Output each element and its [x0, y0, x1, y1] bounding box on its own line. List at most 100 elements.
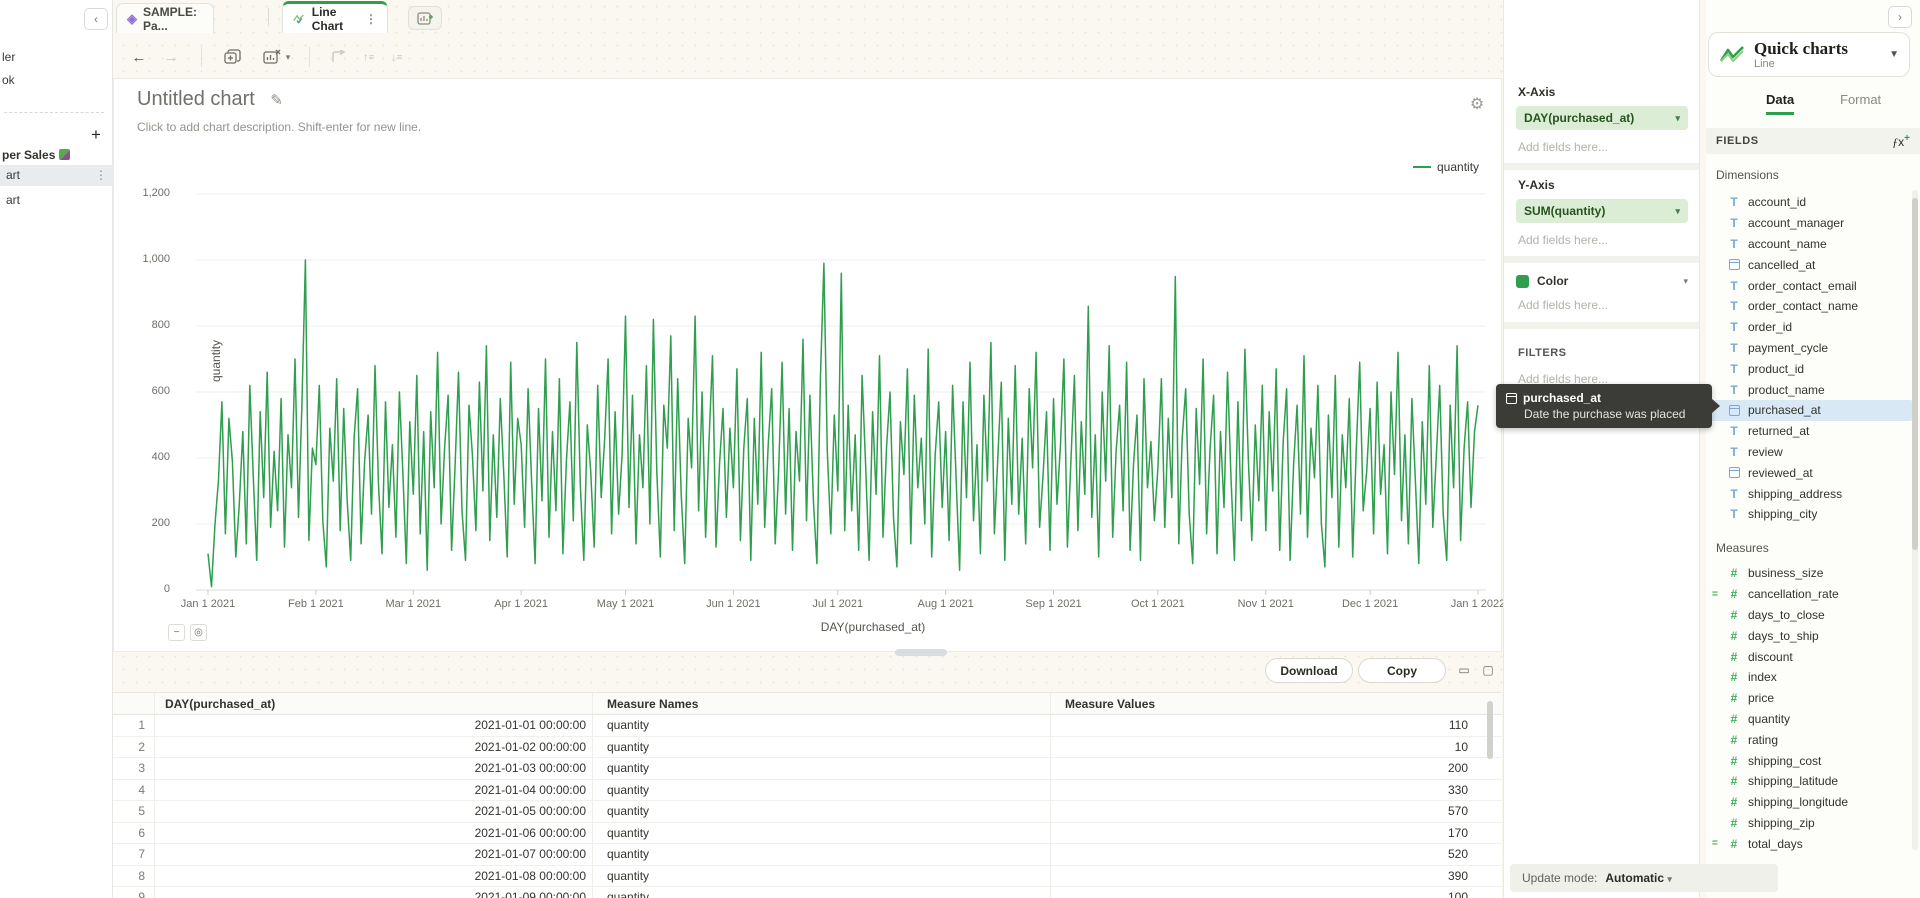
table-row[interactable]: 32021-01-03 00:00:00quantity200 — [113, 758, 1502, 780]
sort-ascending-icon[interactable]: ↑≡ — [356, 46, 380, 68]
column-header[interactable]: DAY(purchased_at) — [155, 693, 593, 714]
gear-icon[interactable]: ⚙ — [1465, 92, 1489, 116]
sidebar-item-chart-selected[interactable]: art ⋮ — [0, 165, 113, 186]
tab-format[interactable]: Format — [1840, 92, 1881, 112]
field-item-days_to_close[interactable]: #days_to_close — [1706, 605, 1912, 626]
table-row[interactable]: 92021-01-09 00:00:00quantity100 — [113, 887, 1502, 898]
field-item-purchased_at[interactable]: purchased_at — [1706, 400, 1912, 421]
tab-data[interactable]: Data — [1766, 92, 1794, 115]
sort-descending-icon[interactable]: ↓≡ — [384, 46, 408, 68]
sidebar-item-chart[interactable]: art — [0, 190, 113, 211]
reset-zoom-button[interactable]: ◎ — [190, 624, 207, 641]
x-axis-tick-label: Jan 1 2021 — [163, 598, 253, 610]
field-item-discount[interactable]: #discount — [1706, 646, 1912, 667]
chart-type-picker[interactable]: Quick charts Line ▼ — [1708, 32, 1910, 77]
chevron-down-icon[interactable]: ▾ — [1675, 113, 1680, 124]
table-row[interactable]: 52021-01-05 00:00:00quantity570 — [113, 801, 1502, 823]
color-drop-placeholder[interactable]: Add fields here... — [1518, 298, 1608, 312]
quantity-line-series[interactable] — [208, 260, 1478, 587]
chart-description-placeholder[interactable]: Click to add chart description. Shift-en… — [137, 120, 421, 134]
add-calculation-icon[interactable]: ƒx+ — [1892, 133, 1910, 150]
chevron-down-icon[interactable]: ▾ — [1675, 206, 1680, 217]
panel-collapse-icon[interactable]: › — [1888, 6, 1912, 28]
transpose-icon[interactable] — [327, 46, 351, 68]
scrollbar-thumb[interactable] — [1912, 198, 1918, 550]
sidebar-item[interactable]: ler — [0, 47, 113, 67]
duplicate-chart-icon[interactable] — [221, 46, 245, 68]
table-row[interactable]: 12021-01-01 00:00:00quantity110 — [113, 715, 1502, 737]
tab-line-chart[interactable]: Line Chart ⋮ — [282, 1, 388, 33]
chevron-down-icon[interactable]: ▼ — [1889, 49, 1899, 60]
field-item-total_days[interactable]: =#total_days — [1706, 833, 1912, 854]
number-field-icon: # — [1728, 650, 1740, 664]
chart-title[interactable]: Untitled chart ✎ — [137, 88, 283, 111]
kebab-menu-icon[interactable]: ⋮ — [95, 165, 107, 186]
table-row[interactable]: 62021-01-06 00:00:00quantity170 — [113, 823, 1502, 845]
download-button[interactable]: Download — [1265, 658, 1353, 683]
sidebar-folder-paper-sales[interactable]: per Sales — [0, 145, 113, 165]
field-item-shipping_longitude[interactable]: #shipping_longitude — [1706, 792, 1912, 813]
x-axis-field-pill[interactable]: DAY(purchased_at) ▾ — [1516, 106, 1688, 130]
add-chart-button[interactable]: + — [86, 125, 106, 145]
table-row[interactable]: 22021-01-02 00:00:00quantity10 — [113, 737, 1502, 759]
tab-sample-dataset[interactable]: ◈ SAMPLE: Pa... — [116, 3, 214, 33]
field-item-product_name[interactable]: Tproduct_name — [1706, 379, 1912, 400]
field-item-quantity[interactable]: #quantity — [1706, 709, 1912, 730]
y-axis-field-pill[interactable]: SUM(quantity) ▾ — [1516, 199, 1688, 223]
sidebar-item[interactable]: ok — [0, 70, 113, 90]
table-scrollbar[interactable] — [1487, 701, 1493, 759]
field-item-days_to_ship[interactable]: #days_to_ship — [1706, 625, 1912, 646]
column-header[interactable]: Measure Names — [593, 693, 1051, 714]
resize-handle[interactable] — [895, 649, 947, 656]
y-axis-drop-placeholder[interactable]: Add fields here... — [1518, 233, 1608, 247]
field-item-cancellation_rate[interactable]: =#cancellation_rate — [1706, 584, 1912, 605]
field-item-product_id[interactable]: Tproduct_id — [1706, 358, 1912, 379]
back-arrow-icon[interactable]: ← — [127, 46, 151, 68]
color-shelf-row[interactable]: Color ▾ — [1516, 270, 1688, 292]
kebab-menu-icon[interactable]: ⋮ — [365, 12, 377, 26]
field-item-account_id[interactable]: Taccount_id — [1706, 192, 1912, 213]
field-item-order_contact_email[interactable]: Torder_contact_email — [1706, 275, 1912, 296]
fields-scrollbar[interactable] — [1912, 190, 1918, 850]
text-field-icon: T — [1728, 279, 1740, 293]
update-mode-select[interactable]: Automatic ▾ — [1605, 871, 1672, 885]
table-row[interactable]: 42021-01-04 00:00:00quantity330 — [113, 780, 1502, 802]
field-item-shipping_latitude[interactable]: #shipping_latitude — [1706, 771, 1912, 792]
field-item-reviewed_at[interactable]: reviewed_at — [1706, 462, 1912, 483]
field-item-returned_at[interactable]: Treturned_at — [1706, 421, 1912, 442]
field-item-shipping_zip[interactable]: #shipping_zip — [1706, 813, 1912, 834]
chart-item-label: art — [6, 193, 20, 207]
table-row[interactable]: 82021-01-08 00:00:00quantity390 — [113, 866, 1502, 888]
column-header[interactable]: Measure Values — [1051, 693, 1485, 714]
table-row[interactable]: 72021-01-07 00:00:00quantity520 — [113, 844, 1502, 866]
sidebar-collapse-icon[interactable]: ‹ — [84, 8, 108, 30]
x-axis-drop-placeholder[interactable]: Add fields here... — [1518, 140, 1608, 154]
field-item-cancelled_at[interactable]: cancelled_at — [1706, 254, 1912, 275]
field-item-review[interactable]: Treview — [1706, 442, 1912, 463]
chevron-down-icon[interactable]: ▾ — [1683, 276, 1688, 287]
field-item-order_id[interactable]: Torder_id — [1706, 317, 1912, 338]
field-item-payment_cycle[interactable]: Tpayment_cycle — [1706, 338, 1912, 359]
line-chart-plot[interactable] — [178, 186, 1490, 598]
field-item-shipping_city[interactable]: Tshipping_city — [1706, 504, 1912, 525]
field-item-rating[interactable]: #rating — [1706, 729, 1912, 750]
new-chart-tab-button[interactable] — [408, 6, 442, 30]
field-item-price[interactable]: #price — [1706, 688, 1912, 709]
field-item-shipping_cost[interactable]: #shipping_cost — [1706, 750, 1912, 771]
field-item-account_name[interactable]: Taccount_name — [1706, 234, 1912, 255]
pencil-icon[interactable]: ✎ — [270, 92, 283, 109]
field-item-business_size[interactable]: #business_size — [1706, 563, 1912, 584]
field-item-order_contact_name[interactable]: Torder_contact_name — [1706, 296, 1912, 317]
forward-arrow-icon[interactable]: → — [159, 46, 183, 68]
field-item-shipping_address[interactable]: Tshipping_address — [1706, 483, 1912, 504]
maximize-view-icon[interactable]: ▢ — [1479, 662, 1497, 678]
field-item-index[interactable]: #index — [1706, 667, 1912, 688]
table-cell: 2021-01-05 00:00:00 — [155, 801, 593, 822]
field-item-account_manager[interactable]: Taccount_manager — [1706, 213, 1912, 234]
table-cell: 200 — [1051, 758, 1485, 779]
zoom-out-button[interactable]: − — [168, 624, 185, 641]
copy-button[interactable]: Copy — [1358, 658, 1446, 683]
dropdown-caret-icon[interactable]: ▾ — [281, 46, 295, 68]
minimize-view-icon[interactable]: ▭ — [1455, 662, 1473, 678]
measures-list: #business_size=#cancellation_rate#days_t… — [1706, 563, 1912, 854]
